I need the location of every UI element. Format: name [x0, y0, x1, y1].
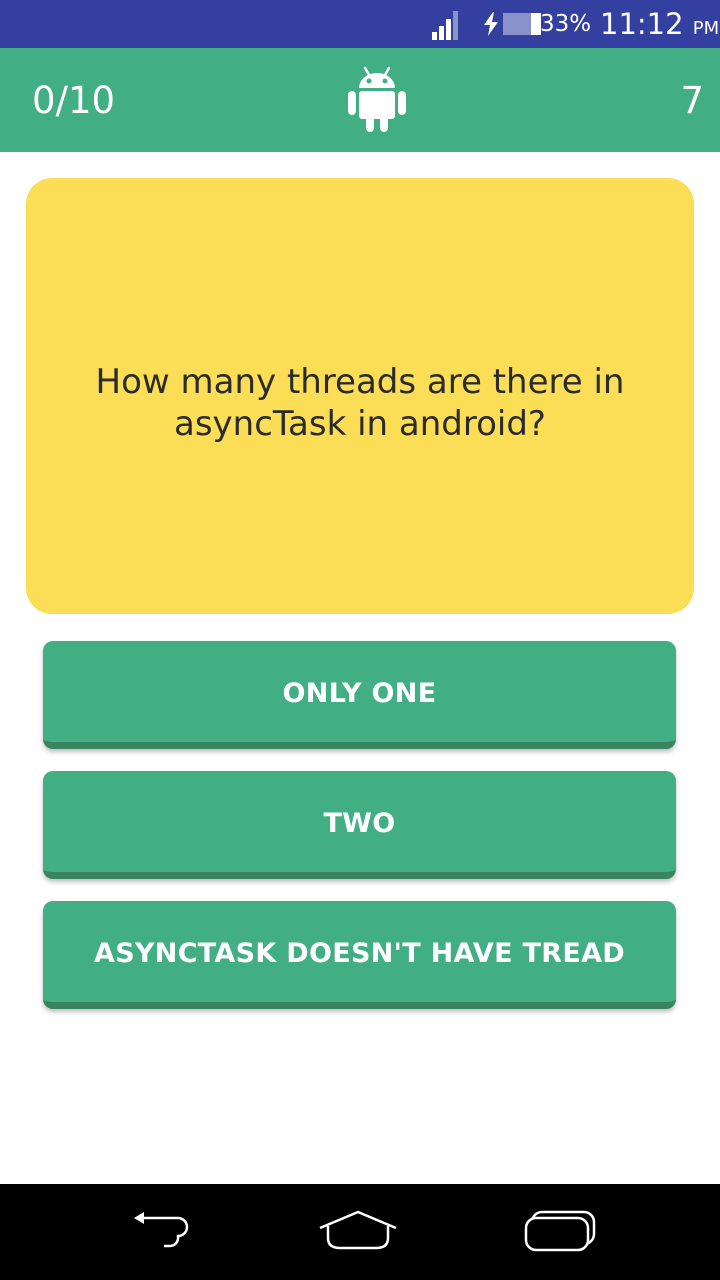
navigation-bar — [0, 1184, 720, 1280]
answer-button-2[interactable]: TWO — [43, 771, 676, 879]
android-logo-icon — [348, 66, 406, 132]
answer-label: ONLY ONE — [282, 678, 437, 709]
battery-percentage: 33% — [540, 11, 592, 37]
answer-label: ASYNCTASK DOESN'T HAVE TREAD — [94, 938, 625, 969]
answer-label: TWO — [323, 808, 396, 839]
home-icon[interactable] — [318, 1208, 398, 1256]
status-bar: 33% 11:12 PM — [0, 0, 720, 48]
recent-apps-icon[interactable] — [520, 1208, 600, 1256]
battery-icon — [503, 13, 541, 35]
timer: 7 — [680, 79, 704, 122]
charging-icon — [484, 12, 498, 36]
app-bar: 0/10 7 — [0, 48, 720, 152]
question-card: How many threads are there in asyncTask … — [26, 178, 694, 614]
clock: 11:12 PM — [600, 7, 719, 46]
question-text: How many threads are there in asyncTask … — [95, 362, 625, 444]
score-counter: 0/10 — [32, 79, 116, 122]
clock-ampm: PM — [692, 18, 720, 39]
answer-button-3[interactable]: ASYNCTASK DOESN'T HAVE TREAD — [43, 901, 676, 1009]
clock-time: 11:12 — [600, 7, 684, 41]
answer-button-1[interactable]: ONLY ONE — [43, 641, 676, 749]
back-icon[interactable] — [120, 1208, 200, 1256]
signal-icon — [432, 11, 458, 40]
